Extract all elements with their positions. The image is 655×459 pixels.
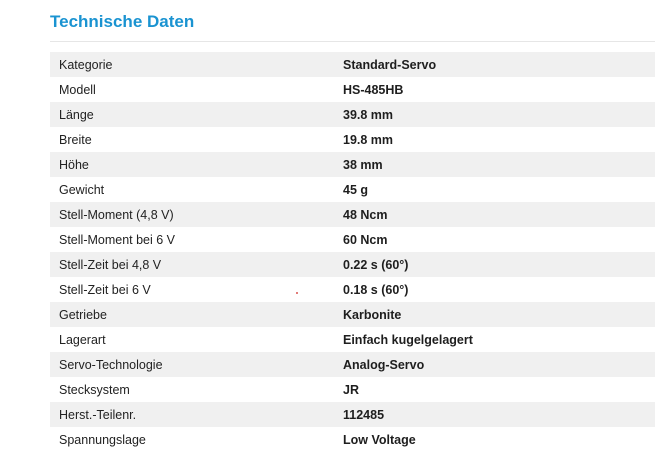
spec-value: 60 Ncm	[343, 227, 655, 252]
spec-value: 19.8 mm	[343, 127, 655, 152]
spec-value: Karbonite	[343, 302, 655, 327]
spec-label: Stell-Zeit bei 6 V	[50, 277, 343, 302]
spec-value: 0.22 s (60°)	[343, 252, 655, 277]
spec-row: Länge 39.8 mm	[50, 102, 655, 127]
spec-row: Servo-Technologie Analog-Servo	[50, 352, 655, 377]
spec-value: Low Voltage	[343, 427, 655, 452]
spec-value: Analog-Servo	[343, 352, 655, 377]
spec-value: Einfach kugelgelagert	[343, 327, 655, 352]
spec-row: Stell-Moment bei 6 V 60 Ncm	[50, 227, 655, 252]
spec-row: Gewicht 45 g	[50, 177, 655, 202]
spec-value: 39.8 mm	[343, 102, 655, 127]
spec-label: Länge	[50, 102, 343, 127]
spec-label: Spannungslage	[50, 427, 343, 452]
spec-value: HS-485HB	[343, 77, 655, 102]
spec-row: Getriebe Karbonite	[50, 302, 655, 327]
spec-value: 48 Ncm	[343, 202, 655, 227]
spec-row: Kategorie Standard-Servo	[50, 52, 655, 77]
spec-value: 0.18 s (60°)	[343, 277, 655, 302]
title-divider	[50, 41, 655, 42]
spec-value: 38 mm	[343, 152, 655, 177]
spec-label: Höhe	[50, 152, 343, 177]
spec-row: Lagerart Einfach kugelgelagert	[50, 327, 655, 352]
spec-label: Modell	[50, 77, 343, 102]
spec-label: Stell-Zeit bei 4,8 V	[50, 252, 343, 277]
spec-label: Gewicht	[50, 177, 343, 202]
spec-value: JR	[343, 377, 655, 402]
spec-label: Herst.-Teilenr.	[50, 402, 343, 427]
spec-row: Spannungslage Low Voltage	[50, 427, 655, 452]
section-title: Technische Daten	[50, 12, 195, 31]
spec-row: Herst.-Teilenr. 112485	[50, 402, 655, 427]
stray-dot	[296, 292, 298, 294]
spec-row: Breite 19.8 mm	[50, 127, 655, 152]
spec-row: Stell-Zeit bei 4,8 V 0.22 s (60°)	[50, 252, 655, 277]
spec-label: Stell-Moment bei 6 V	[50, 227, 343, 252]
spec-value: 45 g	[343, 177, 655, 202]
spec-value: 112485	[343, 402, 655, 427]
spec-label: Stecksystem	[50, 377, 343, 402]
spec-label: Kategorie	[50, 52, 343, 77]
spec-label: Servo-Technologie	[50, 352, 343, 377]
spec-label: Breite	[50, 127, 343, 152]
spec-label: Stell-Moment (4,8 V)	[50, 202, 343, 227]
spec-row: Höhe 38 mm	[50, 152, 655, 177]
spec-row: Stell-Moment (4,8 V) 48 Ncm	[50, 202, 655, 227]
spec-value: Standard-Servo	[343, 52, 655, 77]
specs-table: Kategorie Standard-Servo Modell HS-485HB…	[50, 52, 655, 452]
spec-row: Stell-Zeit bei 6 V 0.18 s (60°)	[50, 277, 655, 302]
spec-label: Getriebe	[50, 302, 343, 327]
spec-row: Modell HS-485HB	[50, 77, 655, 102]
spec-row: Stecksystem JR	[50, 377, 655, 402]
spec-label: Lagerart	[50, 327, 343, 352]
